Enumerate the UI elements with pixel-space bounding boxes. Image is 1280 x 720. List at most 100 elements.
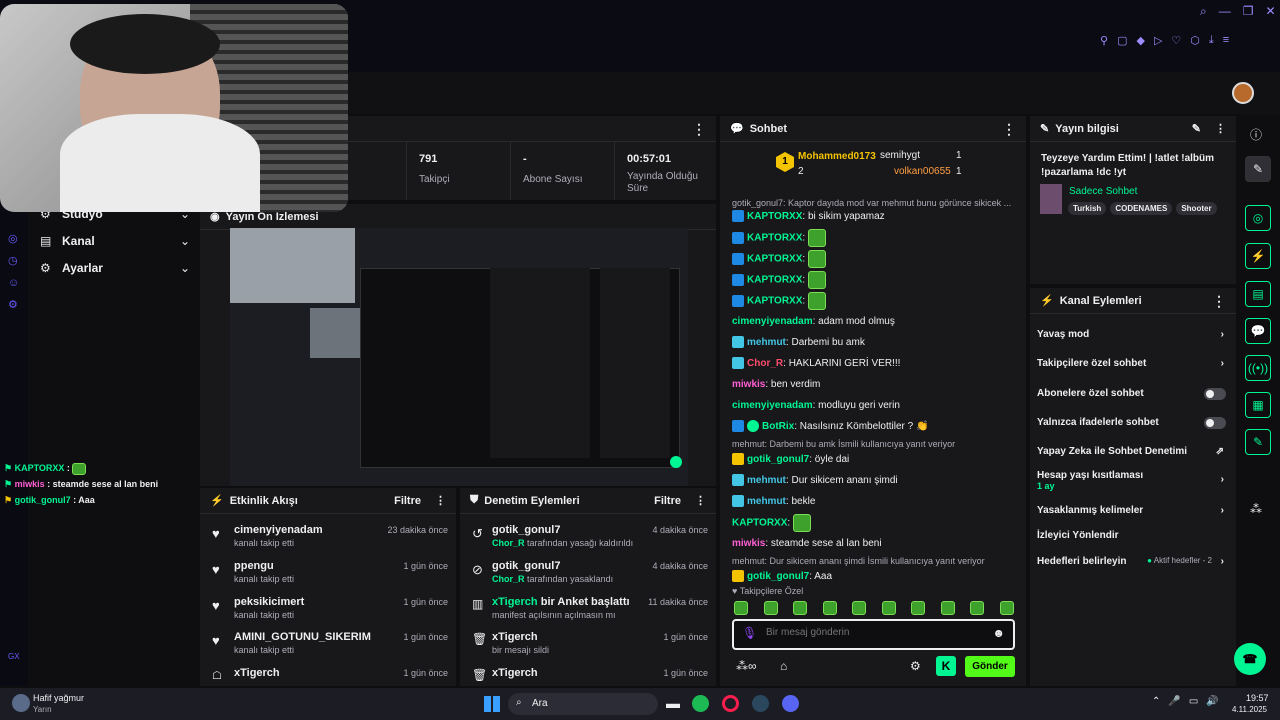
activity-item: ☖ xTigerch 1 gün önce bbox=[212, 667, 448, 682]
emote-bar[interactable] bbox=[734, 601, 1014, 615]
minimize-icon[interactable]: — bbox=[1219, 4, 1231, 19]
wrench-icon: ✎ bbox=[1040, 123, 1050, 135]
chat-icon: 💬 bbox=[730, 123, 744, 135]
info-icon[interactable]: ⓘ bbox=[1250, 126, 1262, 143]
more-icon[interactable]: ⋮ bbox=[695, 494, 706, 507]
file-explorer-icon[interactable]: ▬ bbox=[666, 695, 680, 711]
microphone-icon[interactable]: 🎙 bbox=[742, 626, 757, 640]
taskbar-search[interactable]: ⌕ Ara bbox=[508, 693, 658, 715]
overlay-chat-line: ⚑ KAPTORXX : bbox=[4, 460, 200, 476]
store-icon[interactable]: ⌂ bbox=[780, 659, 787, 673]
webcam-overlay bbox=[0, 4, 348, 212]
mod-item: ⊘ gotik_gonul7 Chor_R tarafından yasakla… bbox=[472, 560, 708, 584]
preview-video[interactable] bbox=[230, 228, 688, 486]
emotes-only-toggle[interactable] bbox=[1204, 417, 1226, 429]
action-ai-moderation[interactable]: Yapay Zeka ile Sohbet Denetimi ⇗ bbox=[1030, 446, 1236, 462]
more-icon[interactable]: ⋮ bbox=[692, 122, 706, 136]
action-raid[interactable]: İzleyici Yönlendir bbox=[1030, 530, 1236, 546]
reply-preview: mehmut: Dur sikicem ananı şimdi İsmili k… bbox=[732, 556, 985, 566]
wrench-icon[interactable]: ✎ bbox=[1245, 429, 1271, 455]
windows-start-icon[interactable] bbox=[484, 696, 500, 712]
more-icon[interactable]: ⋮ bbox=[1002, 122, 1016, 136]
avatar[interactable] bbox=[1232, 82, 1254, 104]
clock-date[interactable]: 4.11.2025 bbox=[1232, 705, 1267, 714]
kick-logo-icon[interactable]: K bbox=[936, 656, 956, 676]
action-banned-words[interactable]: Yasaklanmış kelimeler › bbox=[1030, 505, 1236, 521]
chat-messages: KAPTORXX: bi sikim yapamaz KAPTORXX: KAP… bbox=[732, 208, 1022, 589]
play-icon[interactable]: ▷ bbox=[1154, 34, 1162, 47]
nav-item-settings[interactable]: ⚙ Ayarlar ⌄ bbox=[40, 260, 190, 276]
tag[interactable]: Shooter bbox=[1176, 202, 1217, 215]
support-button[interactable]: ☎ bbox=[1234, 643, 1266, 675]
chevron-right-icon: › bbox=[1220, 505, 1224, 516]
filter-button[interactable]: Filtre bbox=[654, 495, 681, 507]
chat-input[interactable] bbox=[766, 627, 986, 638]
category-link[interactable]: Sadece Sohbet bbox=[1069, 186, 1137, 197]
bolt-icon: ⚡ bbox=[210, 495, 224, 507]
tag[interactable]: Turkish bbox=[1068, 202, 1107, 215]
chat-icon[interactable]: 💬 bbox=[1245, 318, 1271, 344]
bolt-icon[interactable]: ⚡ bbox=[1245, 243, 1271, 269]
action-followers-only[interactable]: Takipçilere özel sohbet › bbox=[1030, 358, 1236, 374]
clock-time[interactable]: 19:57 bbox=[1246, 693, 1269, 703]
send-button[interactable]: Gönder bbox=[965, 656, 1015, 677]
more-icon[interactable]: ⋮ bbox=[1215, 122, 1226, 135]
camera-icon[interactable]: ◎ bbox=[1245, 205, 1271, 231]
chevron-right-icon: › bbox=[1220, 474, 1224, 485]
discord-icon[interactable] bbox=[782, 695, 799, 712]
broadcast-icon[interactable]: ((•)) bbox=[1245, 355, 1271, 381]
pencil-icon[interactable]: ✎ bbox=[1245, 156, 1271, 182]
messenger-icon[interactable]: ◎ bbox=[8, 228, 19, 250]
history-icon[interactable]: ◷ bbox=[8, 250, 19, 272]
activity-item: ♥ peksikicimert kanalı takip etti 1 gün … bbox=[212, 596, 448, 620]
action-emotes-only[interactable]: Yalnızca ifadelerle sohbet bbox=[1030, 417, 1236, 433]
category-thumbnail bbox=[1040, 184, 1062, 214]
points-icon[interactable]: ⁂ bbox=[1250, 502, 1262, 516]
stat-followers: 791 Takipçi bbox=[406, 142, 510, 200]
action-account-age[interactable]: Hesap yaşı kısıtlaması 1 ay › bbox=[1030, 470, 1236, 496]
points-icon[interactable]: ⁂∞ bbox=[736, 659, 757, 673]
bolt-icon: ⚡ bbox=[1040, 295, 1054, 307]
shield-icon[interactable]: ◆ bbox=[1136, 34, 1144, 47]
extensions-icon[interactable]: ⬡ bbox=[1190, 34, 1200, 47]
tag[interactable]: CODENAMES bbox=[1110, 202, 1173, 215]
opera-gx-icon[interactable] bbox=[722, 695, 739, 712]
chat-input-box[interactable]: 🎙 ☻ bbox=[732, 619, 1015, 650]
filter-button[interactable]: Filtre bbox=[394, 495, 421, 507]
more-icon[interactable]: ⋮ bbox=[1212, 294, 1226, 308]
activity-item: ♥ ppengu kanalı takip etti 1 gün önce bbox=[212, 560, 448, 584]
system-tray-icons[interactable]: ⌃🎤▭🔊 bbox=[1152, 696, 1227, 707]
stream-info-panel: ✎ Yayın bilgisi ✎ ⋮ Teyzeye Yardım Ettim! |… bbox=[1030, 116, 1236, 284]
weather-subtext: Yarın bbox=[33, 705, 52, 714]
action-subs-only[interactable]: Abonelere özel sohbet bbox=[1030, 388, 1236, 404]
weather-text[interactable]: Hafif yağmur bbox=[33, 693, 84, 703]
close-icon[interactable]: ✕ bbox=[1266, 4, 1276, 19]
chat-panel: 💬 Sohbet ⋮ 1 Mohammed0173 2 semihygt 1 vol… bbox=[720, 116, 1026, 686]
chat-message: miwkis: steamde sese al lan beni bbox=[732, 538, 882, 549]
snapshot-icon[interactable]: ▢ bbox=[1117, 34, 1127, 47]
action-slow-mode[interactable]: Yavaş mod › bbox=[1030, 329, 1236, 345]
layout-icon[interactable]: ▦ bbox=[1245, 392, 1271, 418]
emoji-icon[interactable]: ☻ bbox=[992, 626, 1005, 640]
settings-icon[interactable]: ⚙ bbox=[8, 294, 19, 316]
edit-icon[interactable]: ✎ bbox=[1192, 122, 1201, 135]
notes-icon[interactable]: ▤ bbox=[1245, 281, 1271, 307]
subs-only-toggle[interactable] bbox=[1204, 388, 1226, 400]
steam-icon[interactable] bbox=[752, 695, 769, 712]
chat-message: mehmut: bekle bbox=[732, 493, 1022, 514]
gear-icon[interactable]: ⚙ bbox=[910, 659, 921, 673]
action-goals[interactable]: Hedefleri belirleyin ● Aktif hedefler - 2… bbox=[1030, 556, 1236, 572]
search-icon[interactable]: ⌕ bbox=[1200, 4, 1207, 19]
download-icon[interactable]: ⤓ bbox=[1209, 34, 1214, 47]
pin-icon[interactable]: ⚲ bbox=[1100, 34, 1108, 47]
nav-item-channel[interactable]: ▤ Kanal ⌄ bbox=[40, 233, 190, 249]
menu-icon[interactable]: ≡ bbox=[1223, 34, 1229, 46]
discord-icon[interactable]: ☺ bbox=[8, 272, 19, 294]
more-icon[interactable]: ⋮ bbox=[435, 494, 446, 507]
maximize-icon[interactable]: ❐ bbox=[1243, 4, 1254, 19]
heart-icon[interactable]: ♡ bbox=[1171, 34, 1181, 47]
spotify-icon[interactable] bbox=[692, 695, 709, 712]
mod-item: ↺ gotik_gonul7 Chor_R tarafından yasağı … bbox=[472, 524, 708, 548]
chat-message: KAPTORXX: bbox=[732, 271, 1022, 292]
activity-item: ♥ cimenyiyenadam kanalı takip etti 23 da… bbox=[212, 524, 448, 548]
